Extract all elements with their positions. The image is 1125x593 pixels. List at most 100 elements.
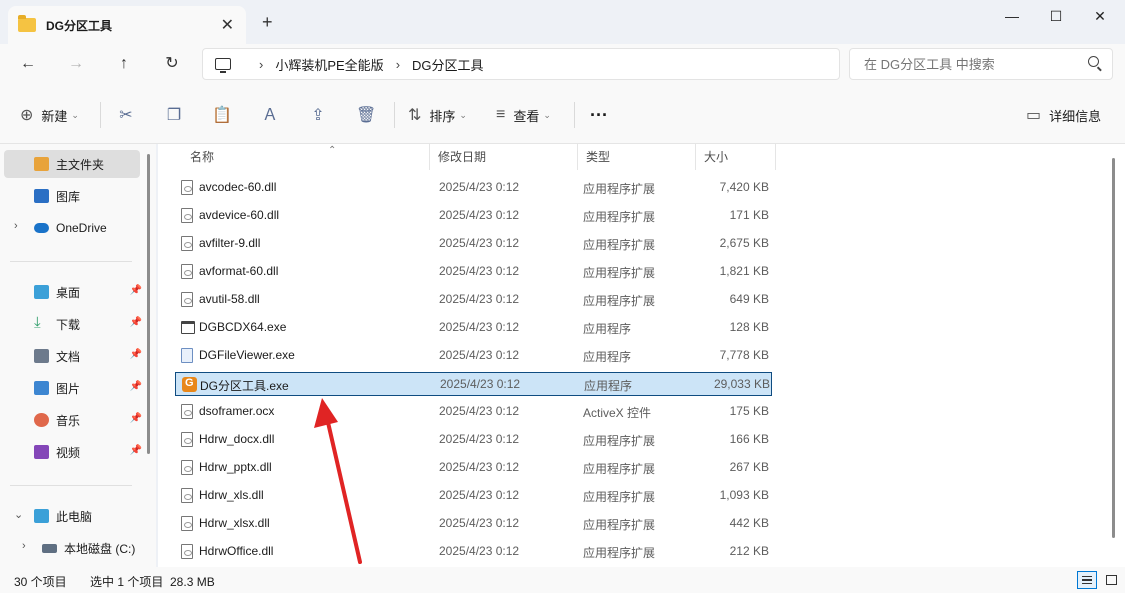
file-row[interactable]: avutil-58.dll 2025/4/23 0:12 应用程序扩展 649 KB xyxy=(175,288,772,312)
pin-icon[interactable]: 📌 xyxy=(130,349,142,360)
sidebar-item-label: OneDrive xyxy=(56,221,107,235)
file-row[interactable]: avfilter-9.dll 2025/4/23 0:12 应用程序扩展 2,675 … xyxy=(175,232,772,256)
paste-icon[interactable]: 📋 xyxy=(212,106,232,126)
file-row[interactable]: dsoframer.ocx 2025/4/23 0:12 ActiveX 控件 175… xyxy=(175,400,772,424)
file-type: ActiveX 控件 xyxy=(583,406,652,420)
column-label: 名称 xyxy=(190,150,215,164)
chevron-right-icon[interactable]: › xyxy=(259,57,263,72)
pc-icon xyxy=(215,58,231,73)
copy-icon[interactable]: ❐ xyxy=(164,106,184,126)
file-name: HdrwOffice.dll xyxy=(199,544,274,558)
sidebar-item-downloads[interactable]: ⤓ 下载 📌 xyxy=(4,310,142,338)
chevron-down-icon: ⌄ xyxy=(459,109,467,120)
file-date: 2025/4/23 0:12 xyxy=(439,180,520,194)
file-row[interactable]: HdrwOffice.dll 2025/4/23 0:12 应用程序扩展 212 KB xyxy=(175,540,772,564)
sidebar-item-desktop[interactable]: 桌面 📌 xyxy=(4,278,142,306)
file-icon xyxy=(181,292,193,307)
file-name: DGBCDX64.exe xyxy=(199,320,287,334)
breadcrumb-segment-1[interactable]: 小辉装机PE全能版 xyxy=(275,55,383,74)
sidebar-divider xyxy=(10,261,132,262)
share-icon[interactable]: ⇪ xyxy=(308,106,328,126)
gallery-icon xyxy=(34,189,49,203)
column-header-name[interactable]: 名称 ⌃ xyxy=(182,144,430,170)
chevron-right-icon[interactable]: › xyxy=(396,57,400,72)
new-button[interactable]: ⊕ 新建 ⌄ xyxy=(20,104,79,126)
file-row[interactable]: DG分区工具.exe 2025/4/23 0:12 应用程序 29,033 KB xyxy=(175,372,772,396)
file-date: 2025/4/23 0:12 xyxy=(439,264,520,278)
address-bar[interactable]: › 小辉装机PE全能版 › DG分区工具 xyxy=(202,48,840,80)
home-icon xyxy=(34,157,49,171)
file-row[interactable]: DGBCDX64.exe 2025/4/23 0:12 应用程序 128 KB xyxy=(175,316,772,340)
file-size: 1,093 KB xyxy=(719,488,769,502)
search-icon[interactable] xyxy=(1088,56,1099,67)
file-size: 166 KB xyxy=(729,432,769,446)
close-tab-icon[interactable]: ✕ xyxy=(221,15,234,35)
sidebar-item-home[interactable]: 主文件夹 xyxy=(4,150,140,178)
sidebar-item-videos[interactable]: 视频 📌 xyxy=(4,438,142,466)
file-row[interactable]: avdevice-60.dll 2025/4/23 0:12 应用程序扩展 171 K… xyxy=(175,204,772,228)
details-label: 详细信息 xyxy=(1049,108,1102,124)
column-header-type[interactable]: 类型 xyxy=(578,144,696,170)
tiles-view-button[interactable] xyxy=(1101,571,1121,589)
file-icon xyxy=(181,180,193,195)
file-date: 2025/4/23 0:12 xyxy=(439,404,520,418)
file-date: 2025/4/23 0:12 xyxy=(439,516,520,530)
file-row[interactable]: avcodec-60.dll 2025/4/23 0:12 应用程序扩展 7,420 … xyxy=(175,176,772,200)
pin-icon[interactable]: 📌 xyxy=(130,317,142,328)
search-input[interactable] xyxy=(849,48,1113,80)
more-options-button[interactable]: ··· xyxy=(590,104,608,126)
column-header-date[interactable]: 修改日期 xyxy=(430,144,578,170)
file-row[interactable]: DGFileViewer.exe 2025/4/23 0:12 应用程序 7,778 … xyxy=(175,344,772,368)
file-row[interactable]: Hdrw_xlsx.dll 2025/4/23 0:12 应用程序扩展 442 KB xyxy=(175,512,772,536)
sidebar-scrollbar[interactable] xyxy=(147,154,150,454)
delete-icon[interactable]: 🗑 xyxy=(356,106,376,126)
view-button[interactable]: ≡ 查看 ⌄ xyxy=(496,104,551,126)
file-row[interactable]: Hdrw_pptx.dll 2025/4/23 0:12 应用程序扩展 267 KB xyxy=(175,456,772,480)
pin-icon[interactable]: 📌 xyxy=(130,445,142,456)
up-icon[interactable]: ↑ xyxy=(112,52,136,76)
sidebar-item-pictures[interactable]: 图片 📌 xyxy=(4,374,142,402)
file-type: 应用程序扩展 xyxy=(583,546,656,560)
tab-dg[interactable]: DG分区工具 ✕ xyxy=(8,6,246,44)
rename-icon[interactable]: Ａ xyxy=(260,106,280,126)
chevron-right-icon[interactable]: › xyxy=(14,220,18,232)
picture-icon xyxy=(34,381,49,395)
close-button[interactable]: ✕ xyxy=(1078,4,1122,28)
sidebar-item-this-pc[interactable]: ⌄ 此电脑 xyxy=(4,502,140,530)
sidebar-item-music[interactable]: 音乐 📌 xyxy=(4,406,142,434)
file-row[interactable]: avformat-60.dll 2025/4/23 0:12 应用程序扩展 1,821… xyxy=(175,260,772,284)
file-type: 应用程序 xyxy=(584,379,633,393)
sidebar-item-local-disk[interactable]: › 本地磁盘 (C:) xyxy=(4,534,140,562)
maximize-button[interactable]: ☐ xyxy=(1034,4,1078,28)
file-date: 2025/4/23 0:12 xyxy=(439,432,520,446)
column-header-size[interactable]: 大小 xyxy=(696,144,776,170)
file-size: 267 KB xyxy=(729,460,769,474)
forward-icon[interactable]: → xyxy=(64,52,88,76)
sidebar-item-documents[interactable]: 文档 📌 xyxy=(4,342,142,370)
pin-icon[interactable]: 📌 xyxy=(130,413,142,424)
sidebar-item-gallery[interactable]: 图库 xyxy=(4,182,140,210)
view-label: 查看 xyxy=(513,108,540,124)
refresh-icon[interactable]: ↻ xyxy=(160,52,184,76)
sort-button[interactable]: ⇅ 排序 ⌄ xyxy=(408,104,467,126)
sidebar-item-onedrive[interactable]: › OneDrive xyxy=(4,214,140,242)
back-icon[interactable]: ← xyxy=(16,52,40,76)
address-row: ← → ↑ ↻ › 小辉装机PE全能版 › DG分区工具 xyxy=(0,44,1125,84)
breadcrumb-segment-2[interactable]: DG分区工具 xyxy=(412,55,484,74)
pin-icon[interactable]: 📌 xyxy=(130,381,142,392)
file-icon xyxy=(181,488,193,503)
minimize-button[interactable]: — xyxy=(990,4,1034,28)
chevron-down-icon[interactable]: ⌄ xyxy=(14,508,23,521)
chevron-right-icon[interactable]: › xyxy=(22,540,26,552)
file-icon xyxy=(181,236,193,251)
pin-icon[interactable]: 📌 xyxy=(130,285,142,296)
file-row[interactable]: Hdrw_xls.dll 2025/4/23 0:12 应用程序扩展 1,093 KB xyxy=(175,484,772,508)
details-view-button[interactable] xyxy=(1077,571,1097,589)
details-button[interactable]: ▭ 详细信息 xyxy=(1026,104,1101,126)
plus-icon[interactable]: + xyxy=(262,12,273,33)
cut-icon[interactable]: ✂ xyxy=(116,106,136,126)
file-row[interactable]: Hdrw_docx.dll 2025/4/23 0:12 应用程序扩展 166 KB xyxy=(175,428,772,452)
file-size: 128 KB xyxy=(729,320,769,334)
file-name: DG分区工具.exe xyxy=(200,379,289,393)
file-list-scrollbar[interactable] xyxy=(1112,158,1115,538)
